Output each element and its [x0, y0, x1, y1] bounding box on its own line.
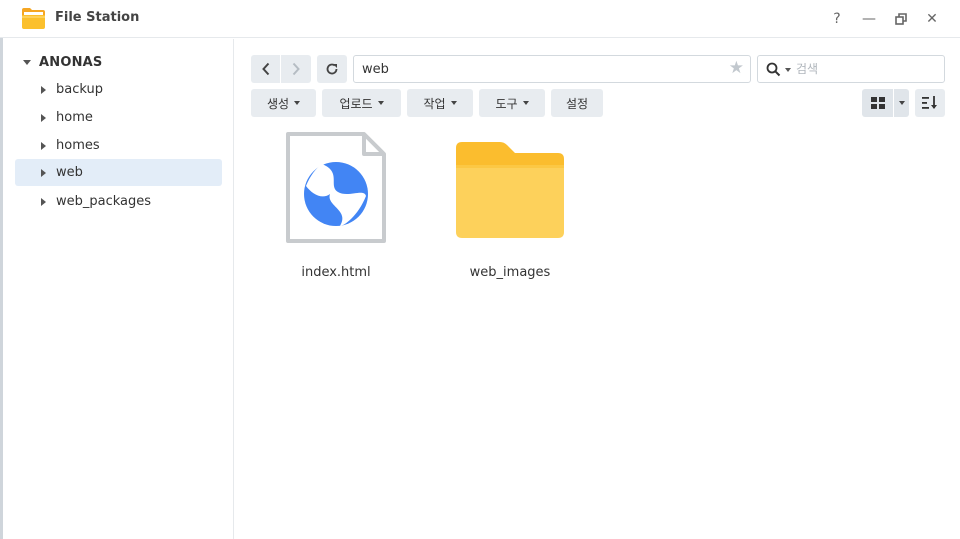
sidebar: ANONAS backup home homes web web_package…	[3, 39, 234, 539]
sort-button[interactable]	[915, 89, 945, 117]
upload-menu-label: 업로드	[339, 96, 373, 111]
tree-root-anonas[interactable]: ANONAS	[23, 53, 103, 71]
file-station-app-icon	[22, 8, 45, 29]
sidebar-item-homes[interactable]: homes	[15, 132, 222, 159]
action-menu-button[interactable]: 작업	[407, 89, 473, 117]
caret-right-icon[interactable]	[41, 141, 46, 150]
path-bar[interactable]: web ★	[353, 55, 751, 83]
search-icon[interactable]	[766, 62, 781, 77]
minimize-button[interactable]: —	[859, 9, 879, 29]
app-title: File Station	[55, 10, 140, 25]
caret-right-icon[interactable]	[41, 113, 46, 122]
caret-down-icon[interactable]	[23, 59, 31, 65]
help-button[interactable]: ?	[827, 9, 847, 29]
caret-right-icon[interactable]	[41, 85, 46, 94]
caret-right-icon[interactable]	[41, 197, 46, 206]
title-bar: File Station ? — ✕	[0, 0, 960, 38]
restore-icon	[895, 13, 907, 25]
create-menu-button[interactable]: 생성	[251, 89, 316, 117]
dropdown-caret-icon	[294, 101, 301, 105]
sidebar-item-label: homes	[56, 138, 100, 153]
star-icon[interactable]: ★	[729, 60, 744, 77]
tools-menu-label: 도구	[495, 96, 518, 111]
dropdown-caret-icon	[522, 101, 529, 105]
search-input[interactable]	[796, 61, 936, 77]
sidebar-item-label: web	[56, 165, 83, 180]
tree-root-label: ANONAS	[39, 54, 103, 70]
sidebar-item-home[interactable]: home	[15, 104, 222, 131]
sidebar-item-web-packages[interactable]: web_packages	[15, 188, 222, 215]
nav-button-group	[251, 55, 311, 83]
search-options-caret-icon[interactable]	[785, 68, 791, 72]
refresh-icon	[326, 63, 338, 75]
sidebar-item-label: web_packages	[56, 194, 152, 209]
sidebar-item-label: backup	[56, 82, 103, 97]
sidebar-item-label: home	[56, 110, 93, 125]
create-menu-label: 생성	[266, 96, 290, 111]
view-mode-group	[862, 89, 909, 117]
folder-icon	[456, 142, 564, 238]
search-box[interactable]	[757, 55, 945, 83]
html-file-icon	[286, 132, 386, 243]
chevron-right-icon	[292, 62, 300, 76]
path-text: web	[362, 62, 389, 77]
sidebar-item-web[interactable]: web	[15, 159, 222, 186]
dropdown-caret-icon	[898, 101, 905, 105]
file-name: web_images	[469, 265, 551, 280]
action-menu-label: 작업	[423, 96, 446, 111]
back-button[interactable]	[251, 55, 281, 83]
view-mode-dropdown[interactable]	[894, 89, 909, 117]
upload-menu-button[interactable]: 업로드	[322, 89, 401, 117]
grid-view-button[interactable]	[862, 89, 894, 117]
forward-button[interactable]	[281, 55, 311, 83]
file-item-web-images[interactable]: web_images	[440, 130, 580, 290]
chevron-left-icon	[261, 62, 269, 76]
sort-icon	[922, 96, 937, 109]
close-button[interactable]: ✕	[922, 9, 942, 29]
restore-button[interactable]	[891, 9, 911, 29]
settings-label: 설정	[565, 96, 589, 111]
file-item-index-html[interactable]: index.html	[266, 130, 406, 290]
dropdown-caret-icon	[377, 101, 384, 105]
grid-view-icon	[870, 97, 885, 109]
refresh-button[interactable]	[317, 55, 347, 83]
dropdown-caret-icon	[450, 101, 457, 105]
sidebar-item-backup[interactable]: backup	[15, 76, 222, 103]
file-name: index.html	[301, 265, 371, 280]
tools-menu-button[interactable]: 도구	[479, 89, 545, 117]
settings-button[interactable]: 설정	[551, 89, 603, 117]
caret-right-icon[interactable]	[41, 168, 46, 177]
